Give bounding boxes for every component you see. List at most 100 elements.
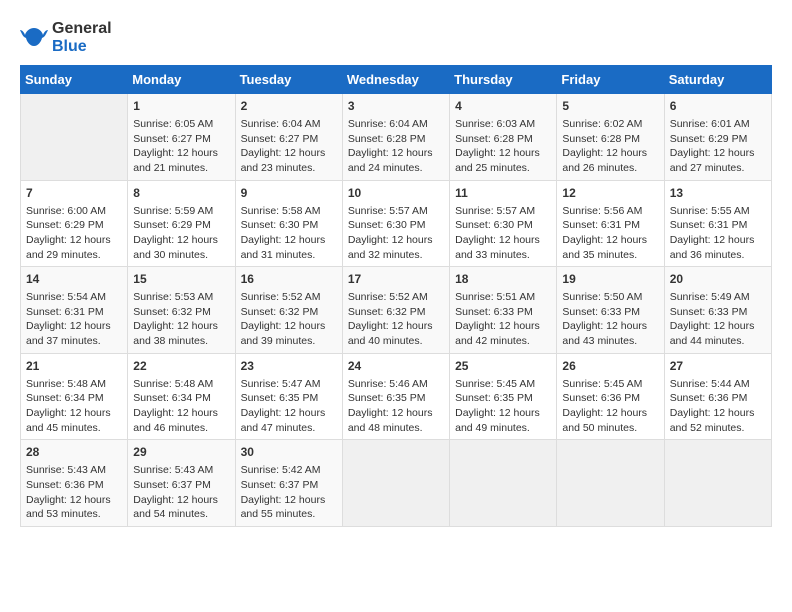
calendar-cell [450,440,557,527]
calendar-cell: 24 Sunrise: 5:46 AM Sunset: 6:35 PM Dayli… [342,353,449,440]
day-info: Sunrise: 5:52 AM Sunset: 6:32 PM Dayligh… [241,290,337,349]
calendar-header-wednesday: Wednesday [342,66,449,94]
day-info: Sunrise: 6:03 AM Sunset: 6:28 PM Dayligh… [455,117,551,176]
day-number: 11 [455,185,551,202]
day-info: Sunrise: 5:51 AM Sunset: 6:33 PM Dayligh… [455,290,551,349]
day-info: Sunrise: 5:50 AM Sunset: 6:33 PM Dayligh… [562,290,658,349]
day-number: 2 [241,98,337,115]
day-info: Sunrise: 6:05 AM Sunset: 6:27 PM Dayligh… [133,117,229,176]
day-number: 29 [133,444,229,461]
day-info: Sunrise: 5:48 AM Sunset: 6:34 PM Dayligh… [133,377,229,436]
calendar-header-thursday: Thursday [450,66,557,94]
calendar-header-monday: Monday [128,66,235,94]
calendar-cell: 19 Sunrise: 5:50 AM Sunset: 6:33 PM Dayli… [557,267,664,354]
day-info: Sunrise: 5:44 AM Sunset: 6:36 PM Dayligh… [670,377,766,436]
day-info: Sunrise: 6:04 AM Sunset: 6:28 PM Dayligh… [348,117,444,176]
day-info: Sunrise: 5:43 AM Sunset: 6:37 PM Dayligh… [133,463,229,522]
day-number: 12 [562,185,658,202]
day-number: 14 [26,271,122,288]
day-number: 6 [670,98,766,115]
calendar-cell: 17 Sunrise: 5:52 AM Sunset: 6:32 PM Dayli… [342,267,449,354]
calendar-cell: 7 Sunrise: 6:00 AM Sunset: 6:29 PM Daylig… [21,180,128,267]
calendar-cell: 22 Sunrise: 5:48 AM Sunset: 6:34 PM Dayli… [128,353,235,440]
day-info: Sunrise: 5:53 AM Sunset: 6:32 PM Dayligh… [133,290,229,349]
day-number: 19 [562,271,658,288]
day-number: 27 [670,358,766,375]
calendar-cell: 14Sunrise: 5:54 AM Sunset: 6:31 PM Dayli… [21,267,128,354]
calendar-cell [557,440,664,527]
day-number: 22 [133,358,229,375]
calendar-cell: 25 Sunrise: 5:45 AM Sunset: 6:35 PM Dayli… [450,353,557,440]
day-info: Sunrise: 6:01 AM Sunset: 6:29 PM Dayligh… [670,117,766,176]
calendar-week-row: 1 Sunrise: 6:05 AM Sunset: 6:27 PM Daylig… [21,94,772,181]
day-info: Sunrise: 5:57 AM Sunset: 6:30 PM Dayligh… [455,204,551,263]
day-info: Sunrise: 5:48 AM Sunset: 6:34 PM Dayligh… [26,377,122,436]
calendar-cell: 10 Sunrise: 5:57 AM Sunset: 6:30 PM Dayli… [342,180,449,267]
calendar-cell: 26Sunrise: 5:45 AM Sunset: 6:36 PM Dayli… [557,353,664,440]
day-number: 23 [241,358,337,375]
calendar-cell: 2 Sunrise: 6:04 AM Sunset: 6:27 PM Daylig… [235,94,342,181]
day-info: Sunrise: 5:43 AM Sunset: 6:36 PM Dayligh… [26,463,122,522]
calendar-header-saturday: Saturday [664,66,771,94]
day-number: 21 [26,358,122,375]
day-number: 1 [133,98,229,115]
calendar-week-row: 28 Sunrise: 5:43 AM Sunset: 6:36 PM Dayli… [21,440,772,527]
day-info: Sunrise: 5:49 AM Sunset: 6:33 PM Dayligh… [670,290,766,349]
logo: General Blue [20,20,112,55]
calendar-cell: 27 Sunrise: 5:44 AM Sunset: 6:36 PM Dayli… [664,353,771,440]
calendar-header-row: SundayMondayTuesdayWednesdayThursdayFrid… [21,66,772,94]
day-info: Sunrise: 5:52 AM Sunset: 6:32 PM Dayligh… [348,290,444,349]
calendar-cell: 18 Sunrise: 5:51 AM Sunset: 6:33 PM Dayli… [450,267,557,354]
day-number: 25 [455,358,551,375]
day-info: Sunrise: 5:45 AM Sunset: 6:35 PM Dayligh… [455,377,551,436]
day-info: Sunrise: 6:04 AM Sunset: 6:27 PM Dayligh… [241,117,337,176]
calendar-cell: 6 Sunrise: 6:01 AM Sunset: 6:29 PM Daylig… [664,94,771,181]
day-info: Sunrise: 5:57 AM Sunset: 6:30 PM Dayligh… [348,204,444,263]
calendar-cell: 13Sunrise: 5:55 AM Sunset: 6:31 PM Dayli… [664,180,771,267]
day-number: 20 [670,271,766,288]
logo-general: General [52,20,112,38]
calendar-cell: 23 Sunrise: 5:47 AM Sunset: 6:35 PM Dayli… [235,353,342,440]
calendar-week-row: 14Sunrise: 5:54 AM Sunset: 6:31 PM Dayli… [21,267,772,354]
day-number: 17 [348,271,444,288]
calendar-cell: 12 Sunrise: 5:56 AM Sunset: 6:31 PM Dayli… [557,180,664,267]
day-info: Sunrise: 5:45 AM Sunset: 6:36 PM Dayligh… [562,377,658,436]
calendar-week-row: 21 Sunrise: 5:48 AM Sunset: 6:34 PM Dayli… [21,353,772,440]
calendar-cell: 9Sunrise: 5:58 AM Sunset: 6:30 PM Daylig… [235,180,342,267]
calendar-cell [21,94,128,181]
logo-blue: Blue [52,38,112,56]
day-number: 15 [133,271,229,288]
calendar-cell: 3 Sunrise: 6:04 AM Sunset: 6:28 PM Daylig… [342,94,449,181]
day-info: Sunrise: 5:47 AM Sunset: 6:35 PM Dayligh… [241,377,337,436]
day-number: 28 [26,444,122,461]
day-info: Sunrise: 5:42 AM Sunset: 6:37 PM Dayligh… [241,463,337,522]
calendar-cell: 1 Sunrise: 6:05 AM Sunset: 6:27 PM Daylig… [128,94,235,181]
calendar-header-sunday: Sunday [21,66,128,94]
calendar-cell [664,440,771,527]
day-info: Sunrise: 6:00 AM Sunset: 6:29 PM Dayligh… [26,204,122,263]
calendar-week-row: 7 Sunrise: 6:00 AM Sunset: 6:29 PM Daylig… [21,180,772,267]
calendar-header-tuesday: Tuesday [235,66,342,94]
day-number: 3 [348,98,444,115]
day-info: Sunrise: 5:56 AM Sunset: 6:31 PM Dayligh… [562,204,658,263]
day-number: 24 [348,358,444,375]
calendar-cell: 8Sunrise: 5:59 AM Sunset: 6:29 PM Daylig… [128,180,235,267]
day-number: 7 [26,185,122,202]
calendar-cell: 16 Sunrise: 5:52 AM Sunset: 6:32 PM Dayli… [235,267,342,354]
calendar-cell: 28 Sunrise: 5:43 AM Sunset: 6:36 PM Dayli… [21,440,128,527]
day-number: 10 [348,185,444,202]
day-number: 16 [241,271,337,288]
day-number: 5 [562,98,658,115]
day-number: 4 [455,98,551,115]
calendar-header-friday: Friday [557,66,664,94]
calendar-cell: 21 Sunrise: 5:48 AM Sunset: 6:34 PM Dayli… [21,353,128,440]
calendar-cell [342,440,449,527]
logo-bird-icon [20,24,48,52]
day-info: Sunrise: 5:46 AM Sunset: 6:35 PM Dayligh… [348,377,444,436]
calendar-cell: 30 Sunrise: 5:42 AM Sunset: 6:37 PM Dayli… [235,440,342,527]
calendar-cell: 20 Sunrise: 5:49 AM Sunset: 6:33 PM Dayli… [664,267,771,354]
day-info: Sunrise: 6:02 AM Sunset: 6:28 PM Dayligh… [562,117,658,176]
day-number: 30 [241,444,337,461]
page-header: General Blue [20,20,772,55]
day-number: 18 [455,271,551,288]
